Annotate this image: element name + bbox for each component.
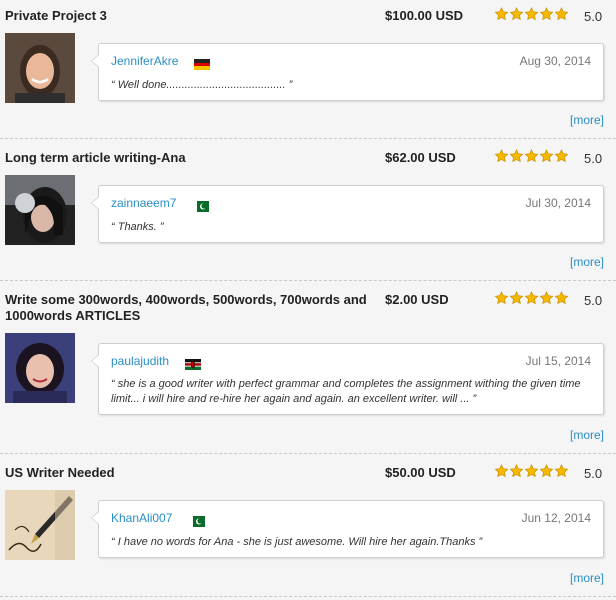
rating-value: 5.0 <box>584 9 603 24</box>
review-comment: “ she is a good writer with perfect gram… <box>111 378 581 405</box>
star-icon <box>554 464 569 478</box>
more-link[interactable]: [more] <box>570 113 604 127</box>
star-icon <box>539 149 554 163</box>
review-item: Private Project 3 $100.00 USD 5.0 Jennif… <box>0 0 616 139</box>
star-icon <box>554 291 569 305</box>
reviewer-username[interactable]: JenniferAkre <box>111 54 178 68</box>
project-price: $50.00 USD <box>385 465 456 480</box>
star-icon <box>524 149 539 163</box>
project-title[interactable]: US Writer Needed <box>5 465 375 481</box>
more-link[interactable]: [more] <box>570 571 604 585</box>
star-rating <box>494 7 569 21</box>
rating-value: 5.0 <box>584 293 603 308</box>
bubble-arrow <box>91 354 99 368</box>
pakistan-flag-icon <box>193 199 209 212</box>
bubble-arrow <box>91 511 99 525</box>
star-icon <box>524 291 539 305</box>
review-date: Jul 15, 2014 <box>525 354 591 368</box>
review-item: US Writer Needed $50.00 USD 5.0 KhanAli0… <box>0 454 616 597</box>
review-comment: “ Well done.............................… <box>111 79 293 91</box>
star-icon <box>539 7 554 21</box>
review-item: Long term article writing-Ana $62.00 USD… <box>0 139 616 281</box>
avatar[interactable] <box>5 333 75 403</box>
star-icon <box>494 7 509 21</box>
star-icon <box>524 464 539 478</box>
review-date: Jun 12, 2014 <box>521 511 591 525</box>
star-icon <box>494 291 509 305</box>
rating-value: 5.0 <box>584 151 603 166</box>
star-icon <box>509 291 524 305</box>
review-bubble: JenniferAkre Aug 30, 2014 “ Well done...… <box>91 43 604 101</box>
project-title[interactable]: Private Project 3 <box>5 8 375 24</box>
more-link[interactable]: [more] <box>570 255 604 269</box>
star-icon <box>539 464 554 478</box>
project-price: $100.00 USD <box>385 8 464 23</box>
germany-flag-icon <box>194 57 210 70</box>
project-title[interactable]: Long term article writing-Ana <box>5 150 375 166</box>
star-rating <box>494 149 569 163</box>
project-title[interactable]: Write some 300words, 400words, 500words,… <box>5 292 375 324</box>
reviewer-username[interactable]: zainnaeem7 <box>111 196 176 210</box>
review-bubble: zainnaeem7 Jul 30, 2014 “ Thanks. ” <box>91 185 604 243</box>
reviewer-username[interactable]: paulajudith <box>111 354 169 368</box>
project-price: $2.00 USD <box>385 292 449 307</box>
avatar[interactable] <box>5 490 75 560</box>
review-bubble: KhanAli007 Jun 12, 2014 “ I have no word… <box>91 500 604 558</box>
review-date: Aug 30, 2014 <box>519 54 591 68</box>
kenya-flag-icon <box>185 357 201 370</box>
star-icon <box>554 7 569 21</box>
star-rating <box>494 291 569 305</box>
star-icon <box>509 464 524 478</box>
bubble-arrow <box>91 54 99 68</box>
star-icon <box>494 464 509 478</box>
star-rating <box>494 464 569 478</box>
star-icon <box>509 149 524 163</box>
star-icon <box>509 7 524 21</box>
review-comment: “ I have no words for Ana - she is just … <box>111 536 483 548</box>
pakistan-flag-icon <box>189 514 205 527</box>
star-icon <box>554 149 569 163</box>
reviewer-username[interactable]: KhanAli007 <box>111 511 172 525</box>
star-icon <box>539 291 554 305</box>
avatar[interactable] <box>5 175 75 245</box>
bubble-arrow <box>91 196 99 210</box>
review-comment: “ Thanks. ” <box>111 221 164 233</box>
rating-value: 5.0 <box>584 466 603 481</box>
project-price: $62.00 USD <box>385 150 456 165</box>
star-icon <box>494 149 509 163</box>
review-date: Jul 30, 2014 <box>525 196 591 210</box>
star-icon <box>524 7 539 21</box>
more-link[interactable]: [more] <box>570 428 604 442</box>
review-bubble: paulajudith Jul 15, 2014 “ she is a good… <box>91 343 604 415</box>
avatar[interactable] <box>5 33 75 103</box>
review-item: Write some 300words, 400words, 500words,… <box>0 281 616 454</box>
